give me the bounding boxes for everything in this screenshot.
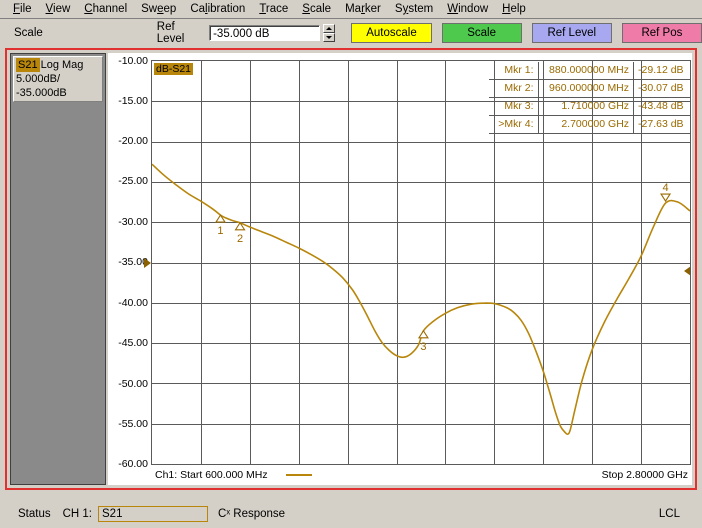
y-tick-0: -10.00	[118, 56, 148, 66]
graph-area: -10.00 -15.00 -20.00 -25.00 -30.00 -35.0…	[108, 53, 692, 485]
trace-info-panel[interactable]: S21 Log Mag 5.000dB/ -35.000dB	[10, 53, 106, 485]
marker-row-4[interactable]: >Mkr 4: 2.700000 GHz -27.63 dB	[489, 116, 690, 134]
measurement-display: S21 Log Mag 5.000dB/ -35.000dB -10.00 -1…	[5, 48, 697, 490]
trace-channel-badge[interactable]: S21	[16, 58, 40, 72]
autoscale-button[interactable]: Autoscale	[351, 23, 431, 43]
menu-item-channel[interactable]: Channel	[77, 2, 134, 16]
marker-3-name: Mkr 3:	[489, 98, 538, 116]
marker-row-3[interactable]: Mkr 3: 1.710000 GHz -43.48 dB	[489, 98, 690, 116]
ref-level-button[interactable]: Ref Level	[532, 23, 612, 43]
y-tick-10: -60.00	[118, 459, 148, 469]
menu-item-marker[interactable]: Marker	[338, 2, 388, 16]
trace-reference-label: -35.000dB	[16, 86, 100, 100]
status-channel-value[interactable]: S21	[98, 506, 208, 522]
stimulus-row: Ch1: Start 600.000 MHz Stop 2.80000 GHz	[151, 466, 692, 483]
marker-2-value: -30.07 dB	[634, 80, 690, 98]
marker-4-name: >Mkr 4:	[489, 116, 538, 134]
trace-parameter-row: S21 Log Mag	[16, 58, 100, 72]
menu-item-file[interactable]: File	[6, 2, 39, 16]
menu-item-view[interactable]: View	[39, 2, 78, 16]
trace-title-label: dB-S21	[154, 63, 193, 75]
network-analyzer-window: File View Channel Sweep Calibration Trac…	[0, 0, 702, 528]
trace-scale-label: 5.000dB/	[16, 72, 100, 86]
marker-row-1[interactable]: Mkr 1: 880.000000 MHz -29.12 dB	[489, 62, 690, 80]
svg-text:3: 3	[420, 341, 426, 353]
chevron-up-icon	[326, 27, 332, 30]
marker-1-value: -29.12 dB	[634, 62, 690, 80]
ref-level-increment-button[interactable]	[323, 24, 335, 33]
y-tick-8: -50.00	[118, 379, 148, 389]
y-tick-7: -45.00	[118, 338, 148, 348]
s21-trace-line	[152, 164, 690, 434]
status-bar: Status CH 1: S21 Cˣ Response LCL	[0, 503, 702, 525]
toolbar-title: Scale	[14, 27, 43, 39]
menu-bar: File View Channel Sweep Calibration Trac…	[0, 0, 702, 19]
marker-1-frequency: 880.000000 MHz	[538, 62, 633, 80]
sweep-start-label[interactable]: Ch1: Start 600.000 MHz	[155, 469, 268, 481]
ref-level-decrement-button[interactable]	[323, 33, 335, 42]
status-lock-label[interactable]: LCL	[659, 508, 680, 520]
trace-settings-box[interactable]: S21 Log Mag 5.000dB/ -35.000dB	[13, 56, 103, 102]
ref-position-marker-left	[144, 258, 151, 268]
marker-row-2[interactable]: Mkr 2: 960.000000 MHz -30.07 dB	[489, 80, 690, 98]
plot-canvas[interactable]: 1 2 3 4 dB-S21 Mkr 1: 880.000000 MHz -29.12…	[151, 60, 691, 465]
ref-level-stepper[interactable]	[323, 24, 335, 42]
marker-3-value: -43.48 dB	[634, 98, 690, 116]
menu-item-system[interactable]: System	[388, 2, 440, 16]
ref-pos-button[interactable]: Ref Pos	[622, 23, 702, 43]
svg-text:2: 2	[237, 233, 243, 245]
marker-readout-table: Mkr 1: 880.000000 MHz -29.12 dB Mkr 2: 9…	[489, 62, 690, 134]
menu-item-scale[interactable]: Scale	[295, 2, 338, 16]
trace-color-swatch	[286, 474, 312, 476]
scale-button[interactable]: Scale	[442, 23, 522, 43]
display-inner: S21 Log Mag 5.000dB/ -35.000dB -10.00 -1…	[7, 50, 695, 488]
menu-item-window[interactable]: Window	[440, 2, 495, 16]
ref-position-marker-right	[684, 266, 691, 276]
marker-3-frequency: 1.710000 GHz	[538, 98, 633, 116]
status-response-label: Cˣ Response	[218, 508, 285, 520]
ref-level-label: Ref Level	[157, 21, 203, 45]
status-label: Status	[18, 508, 51, 520]
svg-text:1: 1	[217, 225, 223, 237]
marker-4-value: -27.63 dB	[634, 116, 690, 134]
menu-item-help[interactable]: Help	[495, 2, 533, 16]
menu-item-calibration[interactable]: Calibration	[183, 2, 252, 16]
ref-level-input[interactable]: -35.000 dB	[209, 25, 320, 41]
y-tick-2: -20.00	[118, 136, 148, 146]
trace-format-label: Log Mag	[41, 58, 84, 72]
marker-1-name: Mkr 1:	[489, 62, 538, 80]
svg-text:4: 4	[662, 182, 668, 194]
marker-2-frequency: 960.000000 MHz	[538, 80, 633, 98]
menu-item-trace[interactable]: Trace	[252, 2, 295, 16]
y-tick-3: -25.00	[118, 176, 148, 186]
y-tick-6: -40.00	[118, 298, 148, 308]
y-tick-1: -15.00	[118, 96, 148, 106]
chevron-down-icon	[326, 36, 332, 39]
status-channel-label: CH 1:	[63, 508, 92, 520]
menu-item-sweep[interactable]: Sweep	[134, 2, 183, 16]
marker-2-name: Mkr 2:	[489, 80, 538, 98]
scale-toolbar: Scale Ref Level -35.000 dB Autoscale Sca…	[0, 20, 702, 46]
y-tick-4: -30.00	[118, 217, 148, 227]
sweep-stop-label[interactable]: Stop 2.80000 GHz	[602, 469, 688, 481]
y-tick-9: -55.00	[118, 419, 148, 429]
marker-4-frequency: 2.700000 GHz	[538, 116, 633, 134]
